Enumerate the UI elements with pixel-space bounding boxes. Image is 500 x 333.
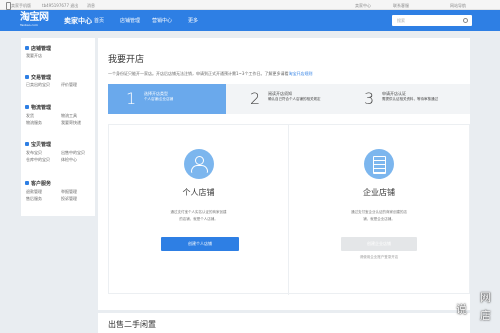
- nav-shop-management[interactable]: 店铺管理: [120, 17, 140, 24]
- person-icon: [184, 149, 214, 179]
- util-link-service[interactable]: 联系客服: [393, 3, 409, 9]
- nav-home[interactable]: 首页: [94, 17, 104, 24]
- section-title: 出售二手闲置: [108, 320, 156, 329]
- nav-more[interactable]: 更多: [188, 17, 198, 24]
- nav-marketing[interactable]: 营销中心: [152, 17, 172, 24]
- sidebar-item-checkup[interactable]: 体检中心: [61, 157, 77, 163]
- card-description: 铺，就是企业店铺。: [363, 217, 395, 221]
- card-description: 通过支付宝个人实名认证的商家创建: [170, 210, 227, 214]
- sidebar-item-ship[interactable]: 发货: [26, 113, 34, 119]
- user-account-link[interactable]: tb495197677 退出: [42, 3, 78, 9]
- sidebar-item-publish[interactable]: 发布宝贝: [26, 150, 42, 156]
- truck-icon: [25, 105, 29, 109]
- main-panel: 我要开店 一个身份证只能开一家店。开店后店铺无法注销，申请到正式开通预计需1~3…: [98, 38, 470, 310]
- building-icon: [364, 149, 394, 179]
- header-title: 卖家中心: [64, 17, 92, 25]
- sidebar-group-title: 宝贝管理: [31, 142, 52, 148]
- goods-icon: [25, 142, 29, 146]
- sidebar-item-on-sale[interactable]: 出售中的宝贝: [61, 150, 85, 156]
- step-progress: 1 选择开店类型 个人店铺/企业店铺 2 阅读开店须知 确认自己符合个人店铺的相…: [108, 84, 470, 114]
- rules-link[interactable]: 淘宝开店规则: [288, 71, 312, 76]
- sidebar-item-logistics-tools[interactable]: 物流工具: [61, 113, 77, 119]
- util-link-seller-center[interactable]: 卖家中心: [355, 3, 371, 9]
- card-description: 的店铺，就是个人店铺。: [179, 217, 218, 221]
- sidebar-item-send-express[interactable]: 我要寄快递: [61, 120, 81, 126]
- create-personal-shop-button[interactable]: 创建个人店铺: [161, 237, 239, 251]
- sidebar: 店铺管理 我要开店 交易管理 已卖出的宝贝 评价管理 物流管理 发货 物流工具 …: [21, 38, 95, 216]
- step-2: 2 阅读开店须知 确认自己符合个人店铺的相关规定: [226, 84, 347, 114]
- header-bar: 淘宝网 Taobao.com 卖家中心 首页 店铺管理 营销中心 更多 搜索: [0, 10, 500, 31]
- personal-shop-card: 个人店铺 通过支付宝个人实名认证的商家创建 的店铺，就是个人店铺。 创建个人店铺: [109, 125, 289, 295]
- page-title: 我要开店: [108, 55, 145, 65]
- search-input[interactable]: 搜索: [392, 15, 472, 26]
- sidebar-group-title: 店铺管理: [31, 46, 52, 52]
- sidebar-group-title: 物流管理: [31, 105, 52, 111]
- create-enterprise-shop-button[interactable]: 创建企业店铺: [341, 237, 417, 251]
- sidebar-item-reviews[interactable]: 评价管理: [61, 82, 77, 88]
- mobile-version-link[interactable]: 卖家手机版: [6, 2, 31, 10]
- trade-icon: [25, 75, 29, 79]
- sidebar-item-refunds[interactable]: 退款管理: [26, 189, 42, 195]
- enterprise-login-hint[interactable]: 请使用企业账户登录开店: [289, 255, 469, 260]
- step-3: 3 申请开店认证 需提供认证相关资料，等待审核通过: [346, 84, 470, 114]
- notice-text: 一个身份证只能开一家店。开店后店铺无法注销，申请到正式开通预计需1~3个工作日。…: [108, 71, 313, 76]
- sidebar-group-title: 客户服务: [31, 181, 52, 187]
- shop-icon: [25, 46, 29, 50]
- sidebar-item-logistics-service[interactable]: 物流服务: [26, 120, 42, 126]
- sidebar-item-sold[interactable]: 已卖出的宝贝: [26, 82, 50, 88]
- secondhand-section: 出售二手闲置: [98, 313, 470, 333]
- sidebar-item-reports[interactable]: 举报管理: [61, 189, 77, 195]
- util-link-sitemap[interactable]: 网站导航: [450, 3, 466, 9]
- shop-type-cards: 个人店铺 通过支付宝个人实名认证的商家创建 的店铺，就是个人店铺。 创建个人店铺…: [108, 124, 470, 295]
- sidebar-item-after-sales[interactable]: 售后服务: [26, 196, 42, 202]
- sidebar-item-open-shop[interactable]: 我要开店: [26, 53, 42, 59]
- card-description: 通过支付宝企业认证的商家创建的店: [351, 210, 407, 214]
- messages-link[interactable]: 消息: [87, 3, 95, 9]
- utility-bar: 卖家手机版 tb495197677 退出 消息 卖家中心 联系客服 网站导航: [0, 0, 500, 10]
- service-icon: [25, 181, 29, 185]
- watermark-logo: 说 网 店: [456, 291, 491, 322]
- step-1: 1 选择开店类型 个人店铺/企业店铺: [108, 84, 238, 114]
- sidebar-item-warehouse[interactable]: 仓库中的宝贝: [26, 157, 50, 163]
- card-title: 个人店铺: [182, 188, 215, 197]
- enterprise-shop-card: 企业店铺 通过支付宝企业认证的商家创建的店 铺，就是企业店铺。 创建企业店铺 请…: [289, 125, 469, 295]
- sidebar-group-title: 交易管理: [31, 75, 52, 81]
- search-icon[interactable]: [463, 18, 468, 23]
- taobao-logo[interactable]: 淘宝网 Taobao.com: [20, 12, 58, 27]
- card-title: 企业店铺: [363, 188, 395, 197]
- sidebar-item-complaints[interactable]: 投诉管理: [61, 196, 77, 202]
